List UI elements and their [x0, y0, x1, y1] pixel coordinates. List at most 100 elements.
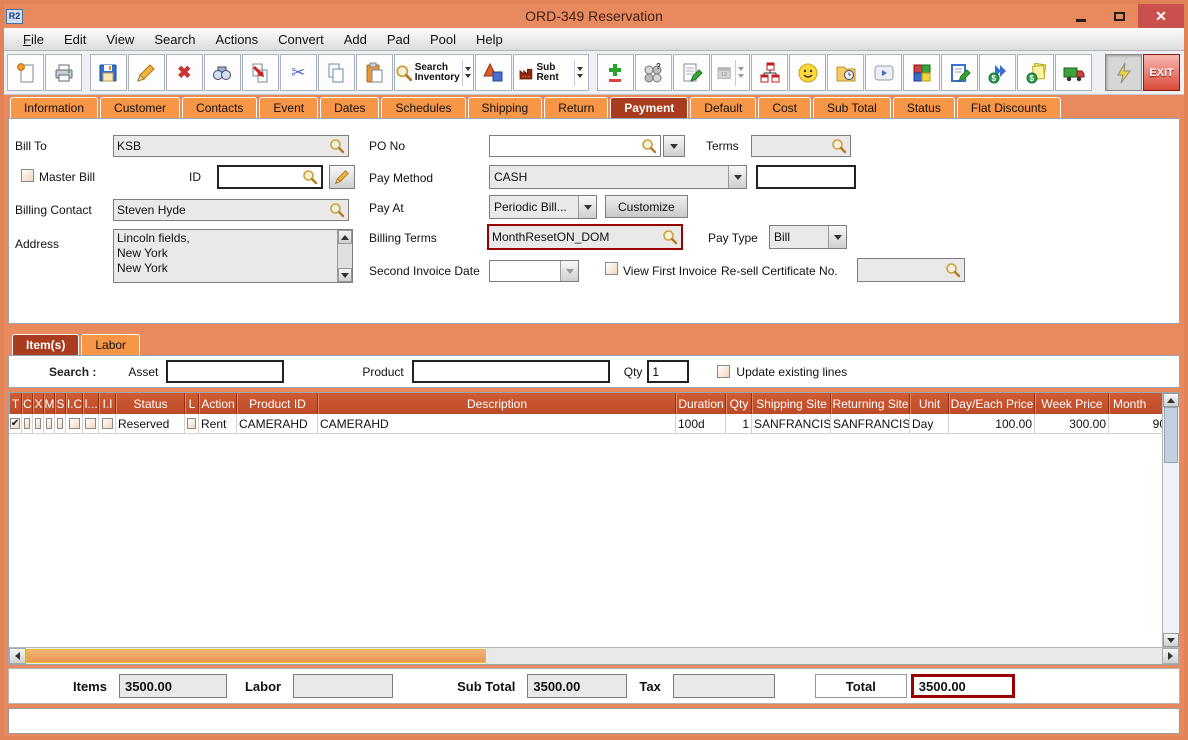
col-week-price[interactable]: Week Price	[1035, 393, 1109, 414]
col-description[interactable]: Description	[318, 393, 676, 414]
scroll-up-button[interactable]	[1163, 393, 1179, 407]
invoice-notes-button[interactable]: $	[1017, 54, 1055, 91]
scroll-left-button[interactable]	[9, 648, 26, 664]
po-no-field[interactable]	[489, 135, 661, 157]
tab-customer[interactable]: Customer	[100, 97, 181, 118]
billing-contact-field[interactable]: Steven Hyde	[113, 199, 349, 221]
second-invoice-date-dropdown-button[interactable]	[560, 261, 578, 281]
scroll-thumb[interactable]	[26, 649, 486, 663]
address-text[interactable]: Lincoln fields, New York New York	[114, 230, 337, 282]
address-field[interactable]: Lincoln fields, New York New York	[113, 229, 353, 283]
update-existing-lines-checkbox[interactable]	[717, 365, 731, 378]
close-button[interactable]: ✕	[1138, 4, 1184, 28]
scroll-down-button[interactable]	[1163, 633, 1179, 647]
col-t[interactable]: T	[9, 393, 22, 414]
search-icon[interactable]	[641, 138, 657, 154]
tab-status[interactable]: Status	[892, 97, 955, 118]
print-button[interactable]	[45, 54, 82, 91]
menu-convert[interactable]: Convert	[269, 30, 333, 49]
search-inventory-dropdown[interactable]	[461, 59, 473, 86]
col-c[interactable]: C	[22, 393, 33, 414]
row-check-x[interactable]	[35, 418, 41, 429]
view-first-invoice-checkbox[interactable]	[605, 262, 618, 275]
exit-button[interactable]: EXIT	[1143, 54, 1180, 91]
scroll-down-button[interactable]	[338, 268, 352, 282]
inventory-cubes-button[interactable]	[903, 54, 941, 91]
search-icon[interactable]	[329, 138, 345, 154]
scroll-up-button[interactable]	[338, 230, 352, 244]
row-check-t[interactable]	[9, 418, 21, 429]
row-check-idots[interactable]	[85, 418, 96, 429]
po-no-dropdown-button[interactable]	[663, 135, 685, 157]
tab-information[interactable]: Information	[10, 97, 99, 118]
row-check-s[interactable]	[57, 418, 63, 429]
search-inventory-button[interactable]: Search Inventory	[393, 54, 474, 91]
tab-event[interactable]: Event	[259, 97, 319, 118]
id-edit-button[interactable]	[329, 165, 355, 189]
group-button[interactable]: ?	[634, 54, 672, 91]
col-m[interactable]: M	[44, 393, 55, 414]
row-check-ii[interactable]	[101, 418, 113, 429]
search-icon[interactable]	[662, 229, 678, 245]
search-icon[interactable]	[831, 138, 847, 154]
pay-at-combo[interactable]: Periodic Bill...	[489, 195, 597, 219]
billing-forward-button[interactable]: $	[979, 54, 1017, 91]
shapes-button[interactable]	[474, 54, 512, 91]
pay-method-dropdown-button[interactable]	[728, 166, 746, 188]
tab-flat-discounts[interactable]: Flat Discounts	[956, 97, 1061, 118]
col-duration[interactable]: Duration	[676, 393, 726, 414]
menu-edit[interactable]: Edit	[55, 30, 95, 49]
delete-button[interactable]: ✖	[165, 54, 203, 91]
col-unit[interactable]: Unit	[910, 393, 949, 414]
new-document-button[interactable]	[7, 54, 44, 91]
product-input[interactable]	[411, 360, 610, 383]
col-product-id[interactable]: Product ID	[237, 393, 318, 414]
row-check-c[interactable]	[24, 418, 30, 429]
sub-rent-button[interactable]: Sub Rent	[512, 54, 590, 91]
scroll-thumb[interactable]	[1164, 407, 1178, 463]
tab-labor[interactable]: Labor	[81, 334, 141, 355]
find-button[interactable]	[203, 54, 241, 91]
menu-search[interactable]: Search	[145, 30, 204, 49]
pay-type-combo[interactable]: Bill	[769, 225, 847, 249]
tab-sub-total[interactable]: Sub Total	[813, 97, 891, 118]
col-ic[interactable]: I.C	[66, 393, 83, 414]
quick-action-button[interactable]	[1105, 54, 1142, 91]
tab-cost[interactable]: Cost	[758, 97, 811, 118]
pay-type-dropdown-button[interactable]	[828, 226, 846, 248]
col-shipping-site[interactable]: Shipping Site	[752, 393, 831, 414]
cut-button[interactable]: ✂	[279, 54, 317, 91]
menu-pool[interactable]: Pool	[421, 30, 465, 49]
table-row[interactable]: Reserved Rent CAMERAHD CAMERAHD 100d 1 S…	[9, 414, 1162, 434]
pay-at-dropdown-button[interactable]	[578, 196, 596, 218]
edit-note-button[interactable]	[941, 54, 979, 91]
scroll-track[interactable]	[338, 244, 352, 268]
address-scrollbar[interactable]	[337, 230, 352, 282]
pay-method-extra-field[interactable]	[756, 165, 856, 189]
col-l[interactable]: L	[185, 393, 199, 414]
asset-input[interactable]	[166, 360, 285, 383]
tab-shipping[interactable]: Shipping	[467, 97, 543, 118]
scroll-track[interactable]	[1163, 463, 1179, 633]
billing-terms-field[interactable]: MonthResetON_DOM	[487, 224, 683, 250]
search-icon[interactable]	[329, 202, 345, 218]
shipping-truck-button[interactable]	[1055, 54, 1093, 91]
qty-input[interactable]	[647, 360, 690, 383]
table-vertical-scrollbar[interactable]	[1162, 393, 1179, 647]
bill-to-field[interactable]: KSB	[113, 135, 349, 157]
col-idots[interactable]: I...	[83, 393, 99, 414]
menu-actions[interactable]: Actions	[207, 30, 268, 49]
copy-jump-button[interactable]	[241, 54, 279, 91]
customize-button[interactable]: Customize	[605, 195, 688, 218]
add-line-button[interactable]	[596, 54, 634, 91]
tab-payment[interactable]: Payment	[610, 97, 689, 118]
shortcut-key-button[interactable]	[865, 54, 903, 91]
tab-items[interactable]: Item(s)	[12, 334, 80, 355]
col-x[interactable]: X	[33, 393, 44, 414]
master-bill-checkbox[interactable]	[21, 169, 34, 182]
tab-default[interactable]: Default	[690, 97, 757, 118]
tab-contacts[interactable]: Contacts	[182, 97, 258, 118]
second-invoice-date-combo[interactable]	[489, 260, 579, 282]
col-qty[interactable]: Qty	[726, 393, 752, 414]
maximize-button[interactable]	[1100, 4, 1138, 28]
